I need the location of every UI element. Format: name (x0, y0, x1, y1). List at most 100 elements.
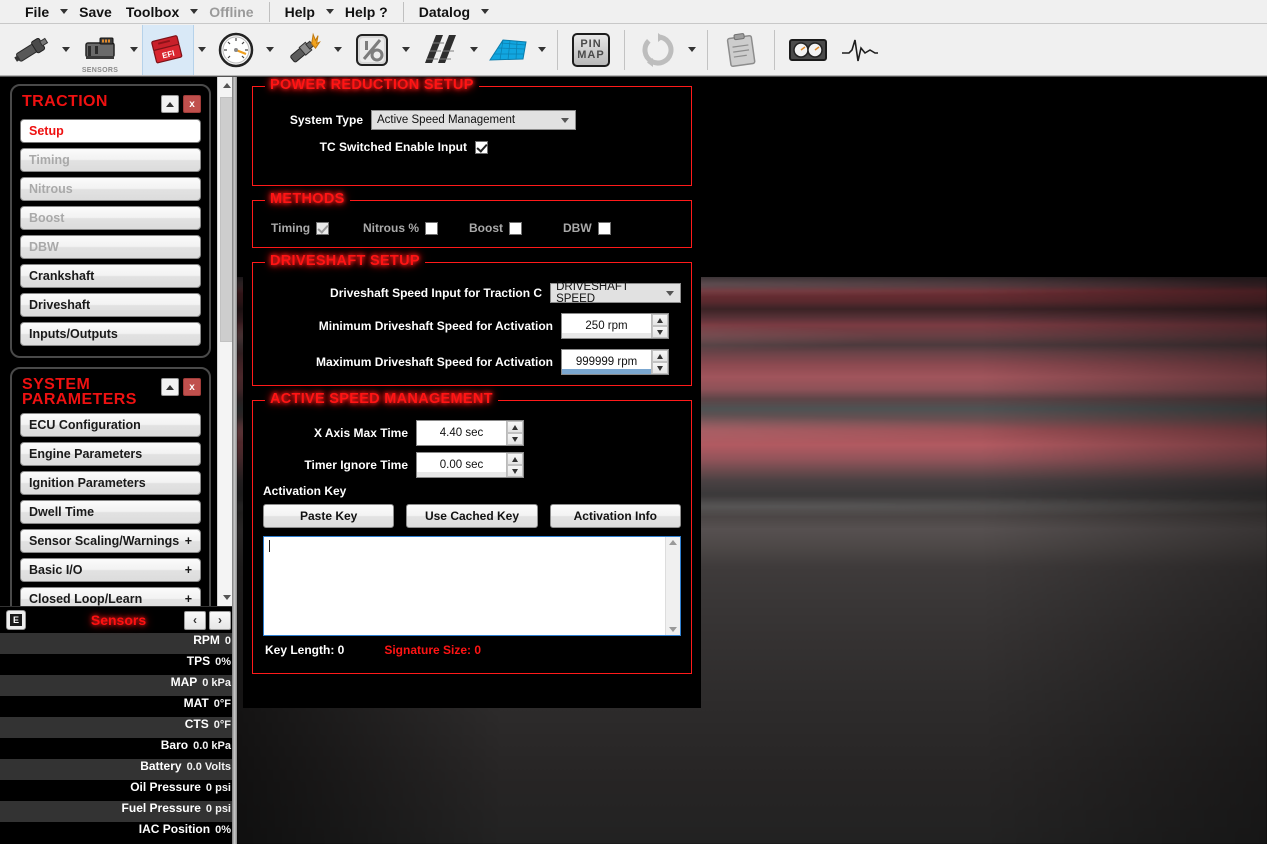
stepper-down-icon[interactable] (507, 465, 523, 477)
gauge-icon[interactable] (210, 25, 262, 75)
activation-info-button[interactable]: Activation Info (550, 504, 681, 528)
system-type-value: Active Speed Management (377, 114, 515, 126)
sidebar-item-inputs-outputs[interactable]: Inputs/Outputs (20, 322, 201, 346)
ve-table-3d-icon[interactable] (482, 25, 534, 75)
menu-toolbox-caret[interactable] (186, 1, 202, 23)
sensor-value: 0 psi (206, 803, 231, 815)
traction-panel-buttons: x (161, 94, 201, 113)
sensors-dropdown-caret[interactable] (126, 25, 142, 75)
menu-separator-2 (403, 2, 404, 22)
system-parameters-collapse-button[interactable] (161, 378, 179, 396)
menu-datalog[interactable]: Datalog (412, 1, 477, 23)
clipboard-icon[interactable] (715, 25, 767, 75)
refresh-icon[interactable] (632, 25, 684, 75)
sensors-next-button[interactable]: › (209, 611, 231, 630)
activation-key-text[interactable] (264, 537, 665, 635)
sidebar-item-boost[interactable]: Boost (20, 206, 201, 230)
sensor-name: CTS (185, 717, 209, 731)
left-navigation-column: TRACTION x Setup Timing Nitrous Boost DB… (0, 77, 237, 844)
ve-table-dropdown-caret[interactable] (534, 25, 550, 75)
sidebar-item-ecu-configuration[interactable]: ECU Configuration (20, 413, 201, 437)
injector-icon[interactable] (6, 25, 58, 75)
timer-ignore-time-value: 0.00 sec (417, 453, 506, 477)
traction-collapse-button[interactable] (161, 95, 179, 113)
x-axis-max-time-stepper[interactable]: 4.40 sec (416, 420, 524, 446)
timing-stripes-icon[interactable] (414, 25, 466, 75)
max-driveshaft-speed-stepper[interactable]: 999999 rpm (561, 349, 669, 375)
sidebar-item-crankshaft[interactable]: Crankshaft (20, 264, 201, 288)
stepper-up-icon[interactable] (652, 314, 668, 326)
timer-ignore-time-row: Timer Ignore Time 0.00 sec (263, 452, 681, 478)
injector-dropdown-caret[interactable] (58, 25, 74, 75)
desktop-area: TRACTION x Setup Timing Nitrous Boost DB… (0, 77, 1267, 844)
spark-plug-icon[interactable] (278, 25, 330, 75)
sensor-name: Battery (140, 759, 181, 773)
menu-help-question[interactable]: Help ? (338, 1, 395, 23)
menu-save[interactable]: Save (72, 1, 119, 23)
menu-toolbox[interactable]: Toolbox (119, 1, 186, 23)
activation-key-textarea[interactable] (263, 536, 681, 636)
method-boost-checkbox[interactable] (509, 222, 522, 235)
method-dbw-checkbox[interactable] (598, 222, 611, 235)
stepper-down-icon[interactable] (507, 433, 523, 445)
method-nitrous-label: Nitrous % (363, 221, 419, 235)
sidebar-item-timing[interactable]: Timing (20, 148, 201, 172)
min-driveshaft-stepper-buttons (651, 314, 668, 338)
menu-help[interactable]: Help (278, 1, 322, 23)
scroll-down-arrow-icon[interactable] (669, 627, 677, 632)
pin-map-icon[interactable]: PIN MAP (565, 25, 617, 75)
sidebar-item-ignition-parameters[interactable]: Ignition Parameters (20, 471, 201, 495)
use-cached-key-button[interactable]: Use Cached Key (406, 504, 537, 528)
io-dropdown-caret[interactable] (398, 25, 414, 75)
scroll-up-arrow-icon[interactable] (669, 540, 677, 545)
expand-plus-icon: + (185, 530, 192, 552)
sensors-module-icon[interactable]: SENSORS (74, 25, 126, 75)
sidebar-item-closed-loop-learn[interactable]: Closed Loop/Learn + (20, 587, 201, 606)
sidebar-item-basic-io[interactable]: Basic I/O + (20, 558, 201, 582)
sensors-prev-button[interactable]: ‹ (184, 611, 206, 630)
stepper-up-icon[interactable] (652, 350, 668, 362)
method-nitrous-checkbox[interactable] (425, 222, 438, 235)
paste-key-button[interactable]: Paste Key (263, 504, 394, 528)
timing-stripes-dropdown-caret[interactable] (466, 25, 482, 75)
driveshaft-speed-input-select[interactable]: DRIVESHAFT SPEED (550, 283, 681, 303)
dual-gauge-icon[interactable] (782, 25, 834, 75)
timer-ignore-time-stepper[interactable]: 0.00 sec (416, 452, 524, 478)
chevron-down-icon (666, 291, 674, 296)
sidebar-item-nitrous[interactable]: Nitrous (20, 177, 201, 201)
sidebar-item-driveshaft[interactable]: Driveshaft (20, 293, 201, 317)
method-nitrous: Nitrous % (363, 221, 459, 235)
menu-datalog-caret[interactable] (477, 1, 493, 23)
menu-help-caret[interactable] (322, 1, 338, 23)
menu-file-caret[interactable] (56, 1, 72, 23)
sensors-panel: E Sensors ‹ › RPM 0 TPS 0% M (0, 606, 237, 844)
activation-key-scrollbar[interactable] (665, 537, 680, 635)
gauge-dropdown-caret[interactable] (262, 25, 278, 75)
sensor-value: 0 (225, 635, 231, 647)
spark-plug-dropdown-caret[interactable] (330, 25, 346, 75)
stepper-up-icon[interactable] (507, 453, 523, 465)
system-parameters-close-button[interactable]: x (183, 378, 201, 396)
efi-ecu-icon[interactable]: EFI (142, 25, 194, 75)
menu-file[interactable]: File (18, 1, 56, 23)
refresh-dropdown-caret[interactable] (684, 25, 700, 75)
waveform-icon[interactable] (834, 25, 886, 75)
stepper-down-icon[interactable] (652, 326, 668, 338)
sidebar-item-engine-parameters[interactable]: Engine Parameters (20, 442, 201, 466)
toolbar-separator-4 (774, 30, 775, 70)
sidebar-item-sensor-scaling[interactable]: Sensor Scaling/Warnings + (20, 529, 201, 553)
method-timing-checkbox[interactable] (316, 222, 329, 235)
sidebar-item-setup[interactable]: Setup (20, 119, 201, 143)
sidebar-item-dwell-time[interactable]: Dwell Time (20, 500, 201, 524)
efi-dropdown-caret[interactable] (194, 25, 210, 75)
stepper-down-icon[interactable] (652, 362, 668, 374)
system-type-select[interactable]: Active Speed Management (371, 110, 576, 130)
traction-close-button[interactable]: x (183, 95, 201, 113)
panel-divider[interactable] (232, 77, 237, 844)
io-icon[interactable] (346, 25, 398, 75)
stepper-up-icon[interactable] (507, 421, 523, 433)
sidebar-item-dbw[interactable]: DBW (20, 235, 201, 259)
min-driveshaft-speed-stepper[interactable]: 250 rpm (561, 313, 669, 339)
tc-switched-enable-checkbox[interactable] (475, 141, 488, 154)
driveshaft-speed-input-value: DRIVESHAFT SPEED (556, 281, 660, 305)
